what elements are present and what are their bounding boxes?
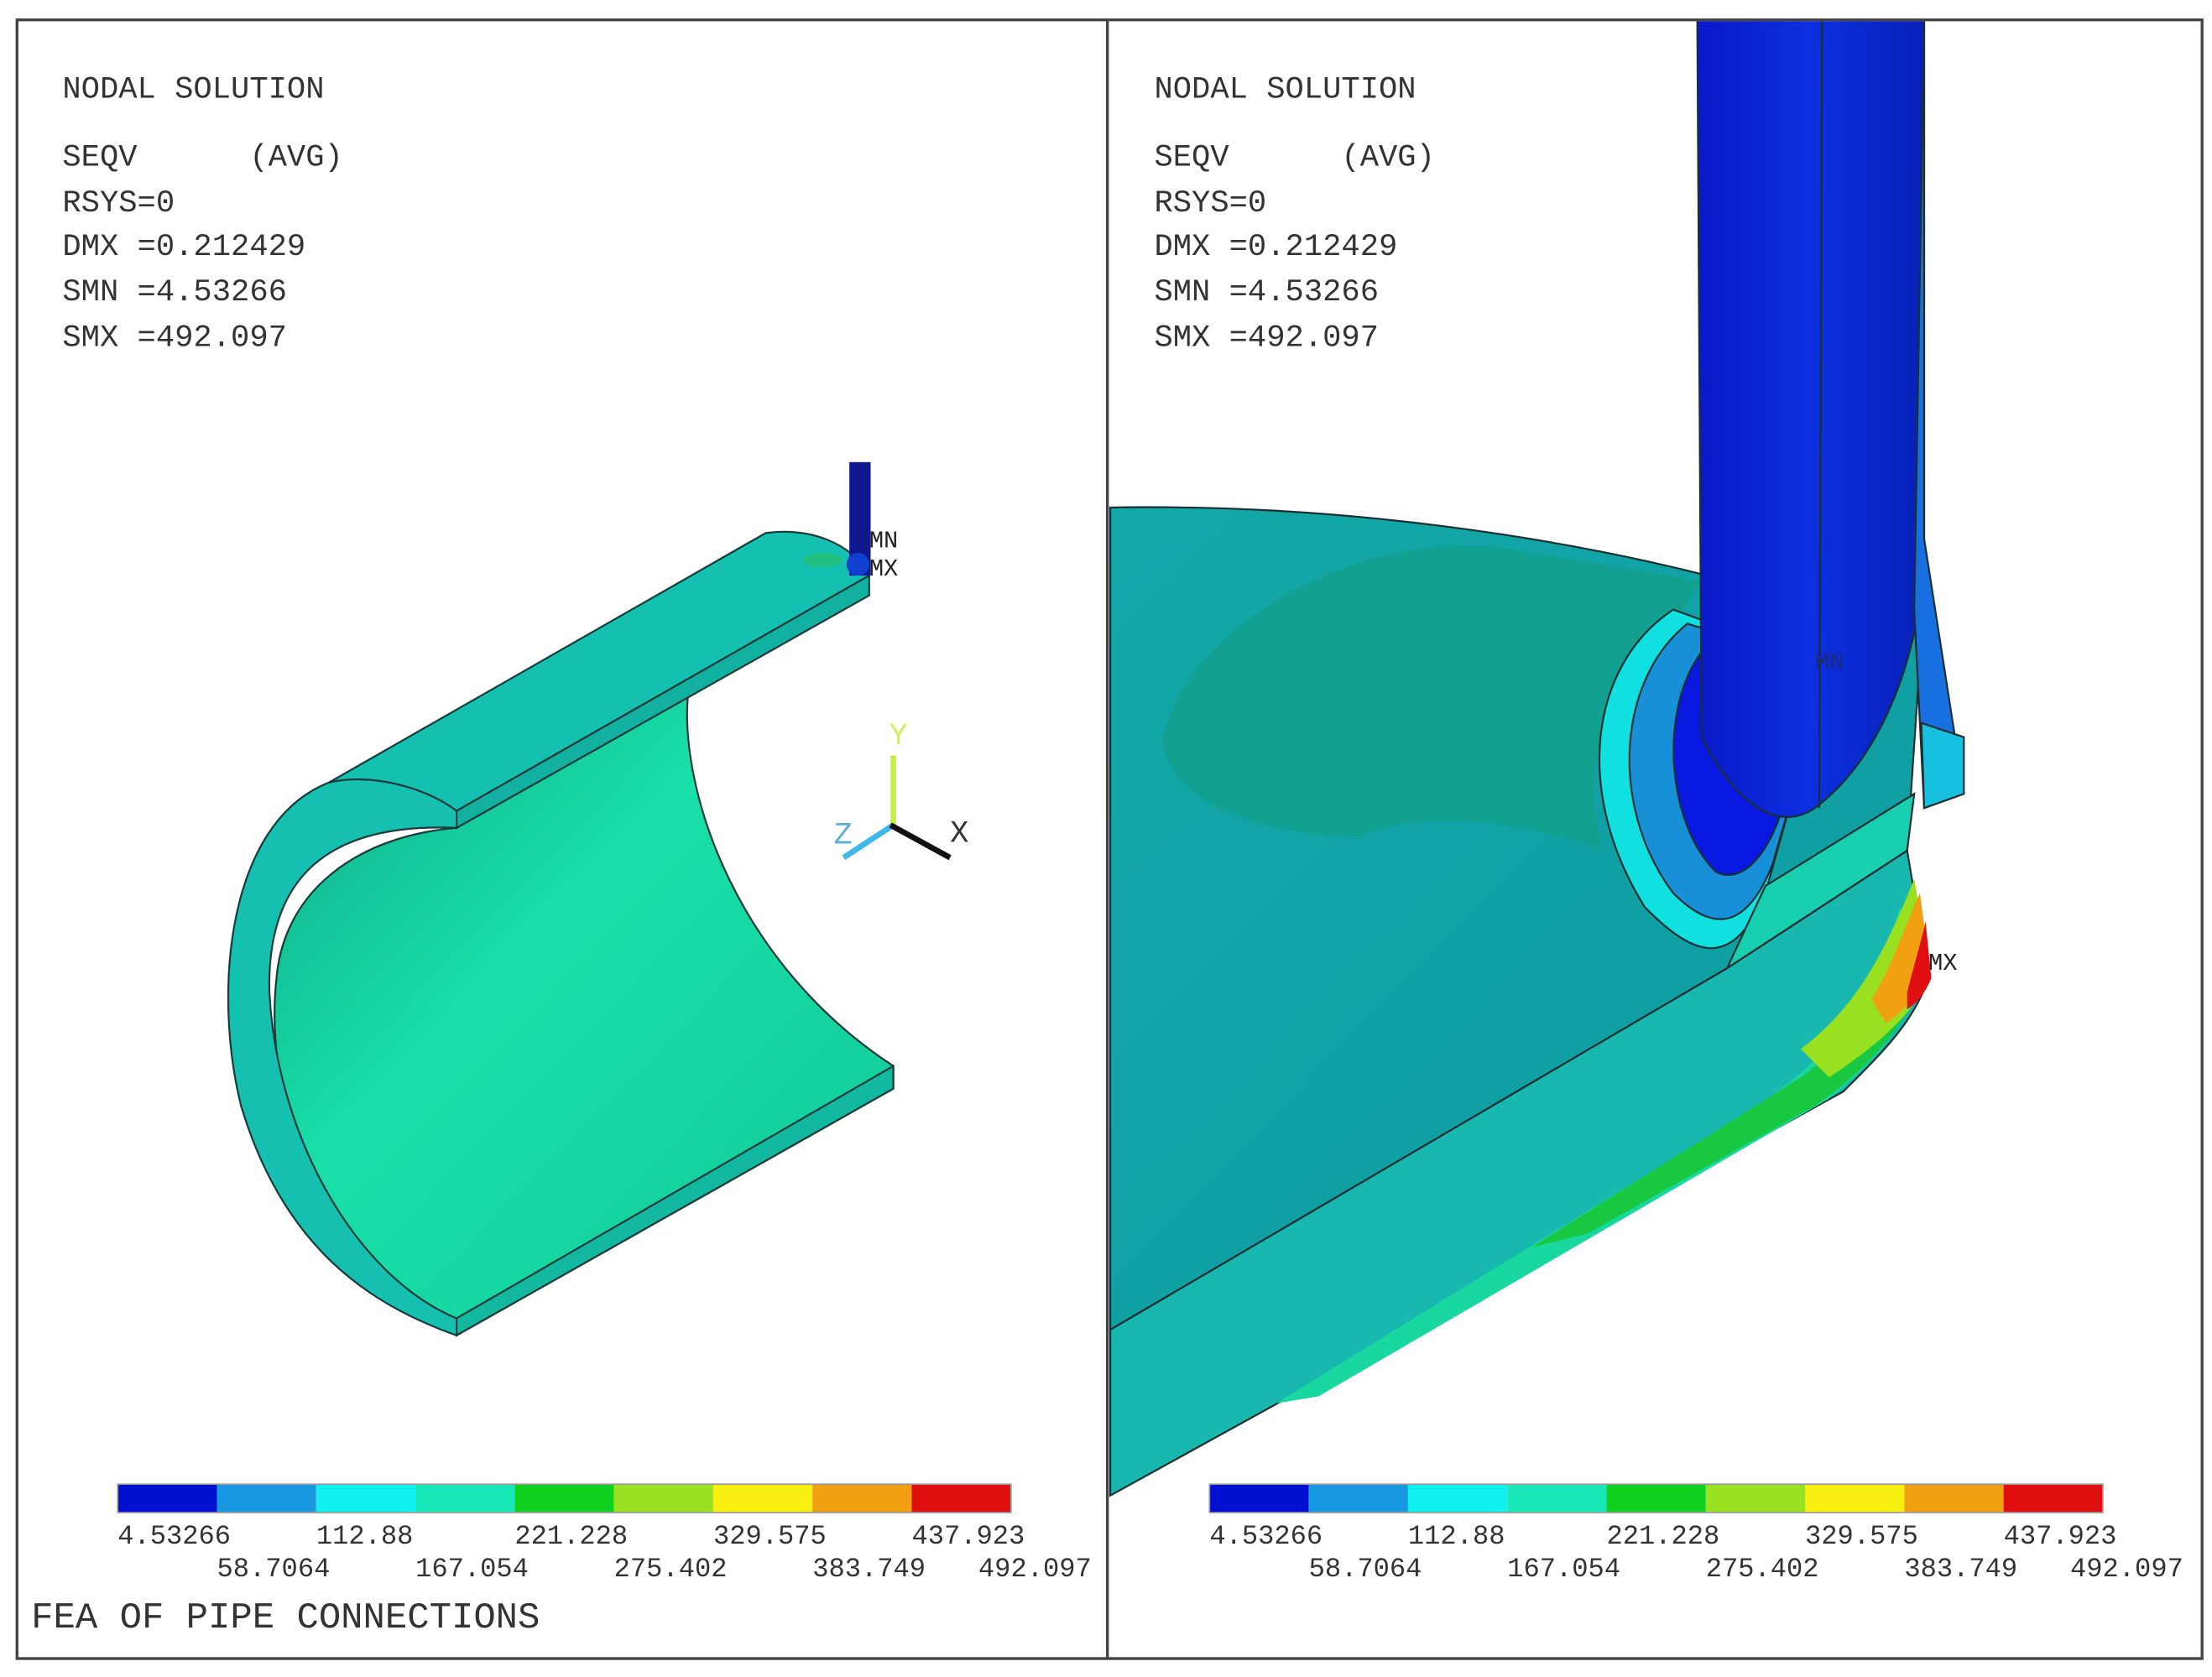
legend-swatch bbox=[712, 1484, 813, 1513]
header-line: SMN =4.53266 bbox=[62, 275, 287, 310]
right-panel: MN MX NODAL SOLUTION SEQV (AVG) RSYS=0 D… bbox=[1106, 18, 2204, 1660]
legend-value-label: 437.923 bbox=[2004, 1521, 2117, 1552]
legend-swatch bbox=[1308, 1484, 1408, 1513]
legend-value-label: 4.53266 bbox=[1209, 1521, 1323, 1552]
header-line: SMX =492.097 bbox=[62, 320, 287, 356]
header-line: DMX =0.212429 bbox=[1154, 230, 1397, 265]
legend-value-label: 492.097 bbox=[978, 1554, 1092, 1585]
header-line: SEQV (AVG) bbox=[1154, 141, 1434, 176]
legend-swatch bbox=[1507, 1484, 1607, 1513]
legend-value-label: 275.402 bbox=[1706, 1554, 1819, 1585]
legend-swatch bbox=[1606, 1484, 1706, 1513]
header-line: NODAL SOLUTION bbox=[1154, 73, 1416, 108]
legend-value-label: 167.054 bbox=[415, 1554, 529, 1585]
legend-swatch bbox=[415, 1484, 515, 1513]
legend-swatch bbox=[316, 1484, 416, 1513]
left-mx-marker: MX bbox=[869, 555, 898, 583]
legend-value-label: 383.749 bbox=[1904, 1554, 2017, 1585]
pipe-body bbox=[1696, 21, 1926, 818]
header-line: SMN =4.53266 bbox=[1154, 275, 1379, 310]
legend-swatch bbox=[613, 1484, 713, 1513]
left-panel: MN MX Y Z X NODAL SOLUTION SEQV (AVG) RS… bbox=[15, 18, 1109, 1660]
header-line: SMX =492.097 bbox=[1154, 320, 1379, 356]
header-line: RSYS=0 bbox=[62, 186, 175, 221]
y-axis-label: Y bbox=[889, 719, 907, 754]
legend-value-label: 167.054 bbox=[1507, 1554, 1620, 1585]
legend-value-label: 329.575 bbox=[1805, 1521, 1918, 1552]
legend-swatch bbox=[117, 1484, 217, 1513]
legend-value-label: 492.097 bbox=[2070, 1554, 2183, 1585]
header-line: NODAL SOLUTION bbox=[62, 73, 324, 108]
header-line: RSYS=0 bbox=[1154, 186, 1266, 221]
legend-swatch bbox=[1805, 1484, 1905, 1513]
header-line: SEQV (AVG) bbox=[62, 141, 342, 176]
legend-swatch bbox=[2003, 1484, 2103, 1513]
legend-value-label: 58.7064 bbox=[217, 1554, 331, 1585]
header-line: DMX =0.212429 bbox=[62, 230, 305, 265]
legend-swatch bbox=[812, 1484, 912, 1513]
legend-value-label: 329.575 bbox=[713, 1521, 827, 1552]
legend-value-label: 4.53266 bbox=[117, 1521, 231, 1552]
legend-swatch bbox=[1209, 1484, 1309, 1513]
legend-value-label: 383.749 bbox=[812, 1554, 926, 1585]
legend-swatch bbox=[217, 1484, 316, 1513]
legend-swatch bbox=[911, 1484, 1011, 1513]
legend-value-label: 112.88 bbox=[316, 1521, 414, 1552]
legend-value-label: 275.402 bbox=[614, 1554, 728, 1585]
right-mn-marker: MN bbox=[1815, 649, 1844, 677]
legend-swatch bbox=[1407, 1484, 1508, 1513]
stub-green-zone bbox=[802, 553, 843, 567]
legend-value-label: 437.923 bbox=[912, 1521, 1025, 1552]
z-axis-label: Z bbox=[834, 818, 853, 853]
right-mx-marker: MX bbox=[1928, 950, 1957, 977]
fea-figure: MN MX Y Z X NODAL SOLUTION SEQV (AVG) RS… bbox=[15, 18, 2204, 1660]
legend-swatch bbox=[514, 1484, 614, 1513]
legend-swatch bbox=[1904, 1484, 2004, 1513]
legend-value-label: 221.228 bbox=[1606, 1521, 1719, 1552]
legend-value-label: 112.88 bbox=[1408, 1521, 1505, 1552]
x-axis-label: X bbox=[950, 817, 968, 852]
pipe-right-bevel-cyan bbox=[1920, 721, 1965, 810]
figure-title: FEA OF PIPE CONNECTIONS bbox=[31, 1597, 540, 1639]
legend-swatch bbox=[1705, 1484, 1806, 1513]
legend-value-label: 221.228 bbox=[514, 1521, 628, 1552]
left-mn-marker: MN bbox=[869, 527, 898, 555]
legend-value-label: 58.7064 bbox=[1309, 1554, 1422, 1585]
stub-pipe-base bbox=[846, 553, 869, 576]
